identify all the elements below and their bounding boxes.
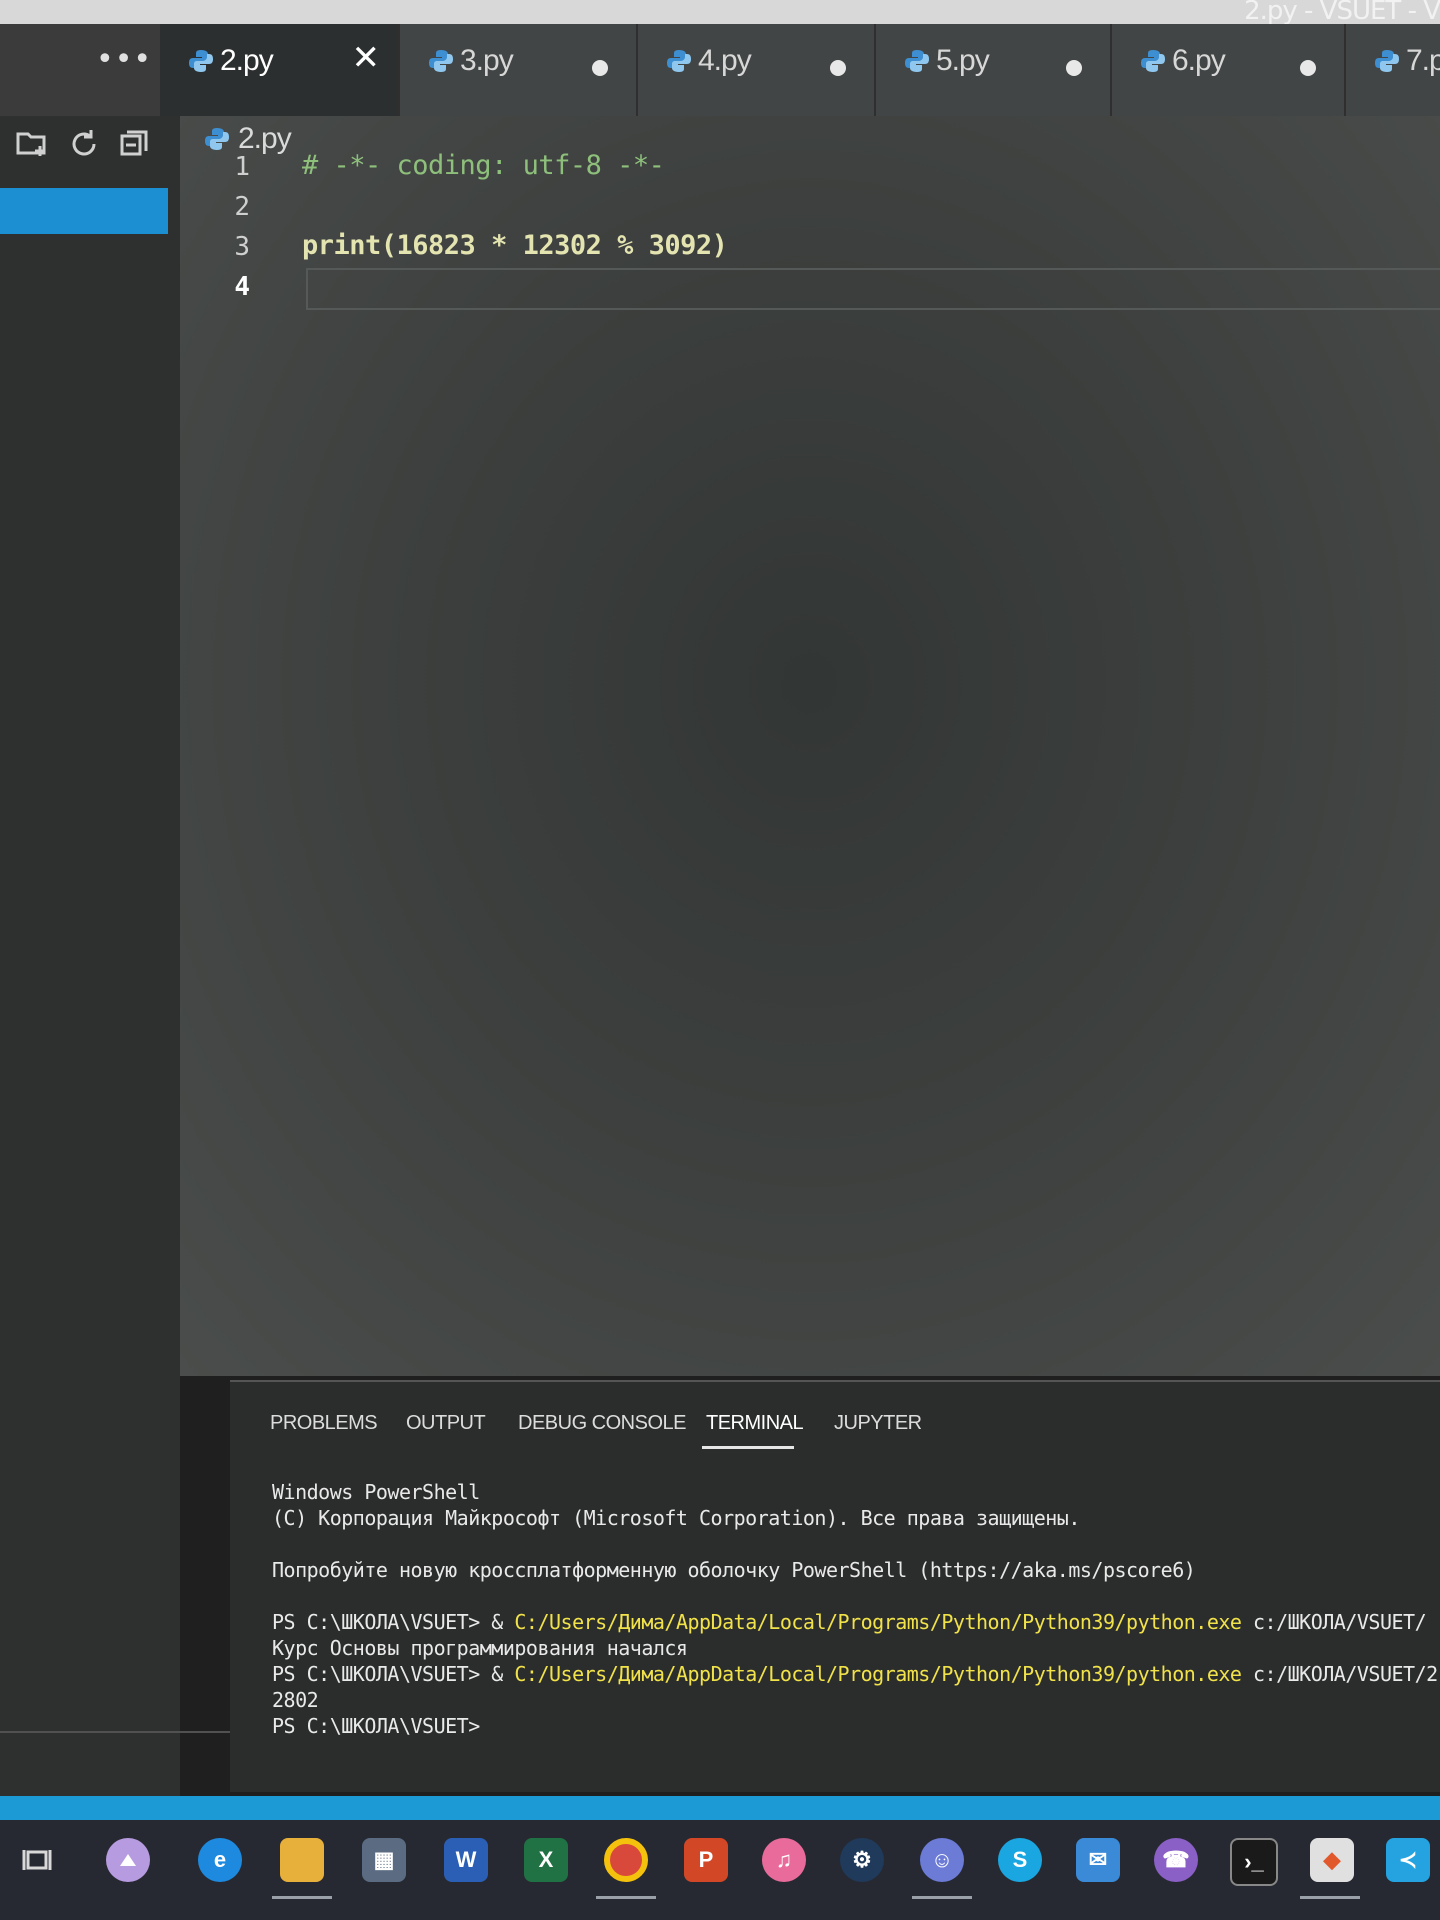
windows-taskbar: e ▦ W X P ♫ ⚙ ☺ S ✉ ☎ ›_ ◆ ≺ <box>0 1820 1440 1920</box>
running-indicator <box>1300 1896 1360 1899</box>
sidebar-divider <box>0 1731 255 1733</box>
tab-5-py[interactable]: 5.py <box>876 24 1112 116</box>
python-file-icon <box>205 128 229 150</box>
cortana-icon[interactable] <box>106 1838 150 1882</box>
terminal-prompt: PS C:\ШКОЛА\VSUET> <box>272 1662 480 1686</box>
tab-2-py[interactable]: 2.py ✕ <box>160 24 400 116</box>
new-folder-icon[interactable] <box>14 126 50 162</box>
store-icon[interactable]: ▦ <box>362 1838 406 1882</box>
steam-icon[interactable]: ⚙ <box>840 1838 884 1882</box>
running-indicator <box>272 1896 332 1899</box>
terminal-python-path: C:/Users/Дима/AppData/Local/Programs/Pyt… <box>514 1610 1242 1634</box>
python-file-icon <box>1141 50 1165 72</box>
running-indicator <box>596 1896 656 1899</box>
window-title: 2.py - VSUET - V <box>1244 0 1440 26</box>
panel-tab-jupyter[interactable]: JUPYTER <box>834 1412 922 1435</box>
unsaved-dot-icon[interactable] <box>592 60 608 76</box>
mail-icon[interactable]: ✉ <box>1076 1838 1120 1882</box>
line-number: 1 <box>234 152 250 182</box>
python-file-icon <box>905 50 929 72</box>
viber-icon[interactable]: ☎ <box>1154 1838 1198 1882</box>
terminal-line: Курс Основы программирования начался <box>272 1636 688 1660</box>
chrome-icon[interactable] <box>604 1838 648 1882</box>
python-file-icon <box>1375 50 1399 72</box>
selected-file-row[interactable] <box>0 188 168 234</box>
terminal-command: PS C:\ШКОЛА\VSUET> & C:/Users/Дима/AppDa… <box>272 1662 1438 1686</box>
file-explorer-icon[interactable] <box>280 1838 324 1882</box>
tab-6-py[interactable]: 6.py <box>1112 24 1346 116</box>
unsaved-dot-icon[interactable] <box>1300 60 1316 76</box>
task-view-icon[interactable] <box>16 1838 60 1882</box>
tab-label: 7.py <box>1406 44 1440 77</box>
discord-icon[interactable]: ☺ <box>920 1838 964 1882</box>
excel-icon[interactable]: X <box>524 1838 568 1882</box>
panel-tab-debug-console[interactable]: DEBUG CONSOLE <box>518 1412 686 1435</box>
terminal-script-path: c:/ШКОЛА/VSUET/2 <box>1241 1662 1438 1686</box>
skype-icon[interactable]: S <box>998 1838 1042 1882</box>
terminal-amp: & <box>479 1610 515 1634</box>
itunes-icon[interactable]: ♫ <box>762 1838 806 1882</box>
terminal-script-path: c:/ШКОЛА/VSUET/ <box>1241 1610 1427 1634</box>
terminal-line: Windows PowerShell <box>272 1480 480 1504</box>
tab-3-py[interactable]: 3.py <box>400 24 638 116</box>
panel-tab-terminal[interactable]: TERMINAL <box>706 1412 804 1435</box>
collapse-all-icon[interactable] <box>116 126 152 162</box>
refresh-icon[interactable] <box>66 126 102 162</box>
running-indicator <box>912 1896 972 1899</box>
terminal-amp: & <box>479 1662 515 1686</box>
explorer-sidebar <box>0 116 255 1796</box>
panel-tab-output[interactable]: OUTPUT <box>406 1412 486 1435</box>
terminal-line: 2802 <box>272 1688 319 1712</box>
vscode-icon[interactable]: ≺ <box>1386 1838 1430 1882</box>
tab-label: 6.py <box>1172 44 1226 77</box>
code-line[interactable]: 4 <box>180 270 1440 310</box>
unsaved-dot-icon[interactable] <box>830 60 846 76</box>
code-editor[interactable]: 2.py 1 # -*- coding: utf-8 -*- 2 3 print… <box>180 116 1440 1376</box>
close-tab-icon[interactable]: ✕ <box>352 38 381 78</box>
more-actions-icon[interactable]: ••• <box>96 42 152 77</box>
terminal-prompt-line: PS C:\ШКОЛА\VSUET> <box>272 1714 480 1738</box>
python-file-icon <box>429 50 453 72</box>
line-number: 2 <box>234 192 250 222</box>
python-file-icon <box>667 50 691 72</box>
code-text: print(16823 * 12302 % 3092) <box>302 230 728 261</box>
git-icon[interactable]: ◆ <box>1310 1838 1354 1882</box>
tab-label: 3.py <box>460 44 514 77</box>
title-bar: 2.py - VSUET - V <box>0 0 1440 26</box>
panel-tab-problems[interactable]: PROBLEMS <box>270 1412 378 1435</box>
python-file-icon <box>189 50 213 72</box>
active-tab-indicator <box>702 1446 794 1449</box>
explorer-toolbar <box>0 116 180 176</box>
terminal-line: (C) Корпорация Майкрософт (Microsoft Cor… <box>272 1506 1080 1530</box>
edge-icon[interactable]: e <box>198 1838 242 1882</box>
code-text: # -*- coding: utf-8 -*- <box>302 150 665 181</box>
terminal-line: Попробуйте новую кроссплатформенную обол… <box>272 1558 1196 1582</box>
tab-label: 5.py <box>936 44 990 77</box>
bottom-panel: PROBLEMS OUTPUT DEBUG CONSOLE TERMINAL J… <box>230 1380 1440 1792</box>
line-number: 3 <box>234 232 250 262</box>
tab-label: 2.py <box>220 44 274 77</box>
code-line[interactable]: 2 <box>180 190 1440 230</box>
terminal-prompt: PS C:\ШКОЛА\VSUET> <box>272 1610 480 1634</box>
unsaved-dot-icon[interactable] <box>1066 60 1082 76</box>
line-number: 4 <box>234 272 250 302</box>
status-bar <box>0 1796 1440 1820</box>
code-line[interactable]: 1 # -*- coding: utf-8 -*- <box>180 150 1440 190</box>
terminal-python-path: C:/Users/Дима/AppData/Local/Programs/Pyt… <box>514 1662 1242 1686</box>
word-icon[interactable]: W <box>444 1838 488 1882</box>
editor-tab-bar: ••• 2.py ✕ 3.py 4.py 5.py 6.py 7.py <box>0 24 1440 116</box>
terminal-icon[interactable]: ›_ <box>1230 1838 1278 1886</box>
tab-7-py[interactable]: 7.py <box>1346 24 1440 116</box>
tab-label: 4.py <box>698 44 752 77</box>
code-line[interactable]: 3 print(16823 * 12302 % 3092) <box>180 230 1440 270</box>
terminal-command: PS C:\ШКОЛА\VSUET> & C:/Users/Дима/AppDa… <box>272 1610 1427 1634</box>
tab-4-py[interactable]: 4.py <box>638 24 876 116</box>
powerpoint-icon[interactable]: P <box>684 1838 728 1882</box>
